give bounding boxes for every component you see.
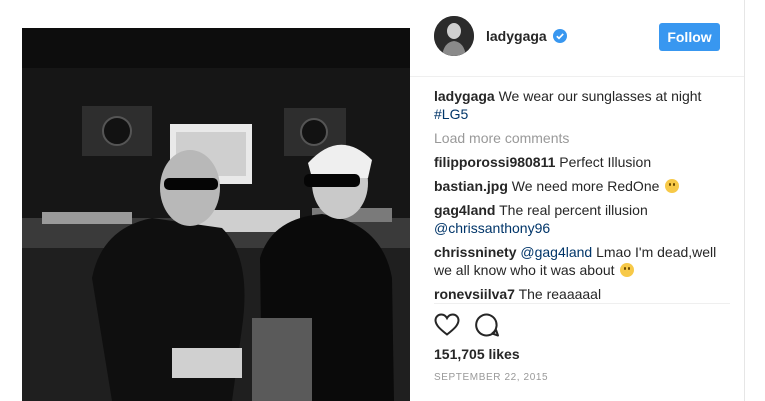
divider <box>434 303 730 304</box>
list-item: chrissninety @gag4land Lmao I'm dead,wel… <box>434 243 730 279</box>
comment-username[interactable]: bastian.jpg <box>434 178 508 194</box>
verified-badge-icon <box>553 29 567 43</box>
comment-mention[interactable]: @gag4land <box>520 244 592 260</box>
comment-text: The reaaaaal <box>518 286 602 302</box>
heart-icon[interactable] <box>434 313 460 337</box>
caption: ladygaga We wear our sunglasses at night… <box>434 87 730 123</box>
photo-top-margin <box>22 0 410 28</box>
caption-text: We wear our sunglasses at night <box>498 88 702 104</box>
post-date[interactable]: SEPTEMBER 22, 2015 <box>434 372 548 383</box>
comment-text: We need more RedOne <box>511 178 660 194</box>
list-item: gag4land The real percent illusion @chri… <box>434 201 730 237</box>
post-header: ladygaga Follow <box>410 0 744 77</box>
emoji-icon <box>665 179 680 193</box>
comment-username[interactable]: filipporossi980811 <box>434 154 555 170</box>
comment-username[interactable]: ronevsiilva7 <box>434 286 515 302</box>
post-username[interactable]: ladygaga <box>486 28 547 44</box>
post-photo[interactable] <box>22 28 410 401</box>
avatar[interactable] <box>434 16 474 56</box>
caption-username[interactable]: ladygaga <box>434 88 495 104</box>
comment-username[interactable]: gag4land <box>434 202 495 218</box>
load-more-comments-link[interactable]: Load more comments <box>434 129 730 147</box>
right-margin <box>745 0 765 401</box>
likes-count[interactable]: 151,705 likes <box>434 346 520 362</box>
emoji-icon <box>620 263 635 277</box>
studio-photo-illustration <box>22 28 410 401</box>
comment-mention[interactable]: @chrissanthony96 <box>434 220 550 236</box>
caption-hashtag[interactable]: #LG5 <box>434 106 468 122</box>
comment-username[interactable]: chrissninety <box>434 244 516 260</box>
comment-icon[interactable] <box>474 312 500 338</box>
list-item: filipporossi980811 Perfect Illusion <box>434 153 730 171</box>
left-gutter <box>0 0 22 401</box>
comment-text: The real percent illusion <box>499 202 648 218</box>
list-item: ronevsiilva7 The reaaaaal <box>434 285 730 303</box>
comment-text: Perfect Illusion <box>559 154 652 170</box>
list-item: bastian.jpg We need more RedOne <box>434 177 730 195</box>
follow-button[interactable]: Follow <box>659 23 720 51</box>
comments-section: ladygaga We wear our sunglasses at night… <box>434 87 730 303</box>
post-details-panel: ladygaga Follow ladygaga We wear our sun… <box>410 0 745 401</box>
